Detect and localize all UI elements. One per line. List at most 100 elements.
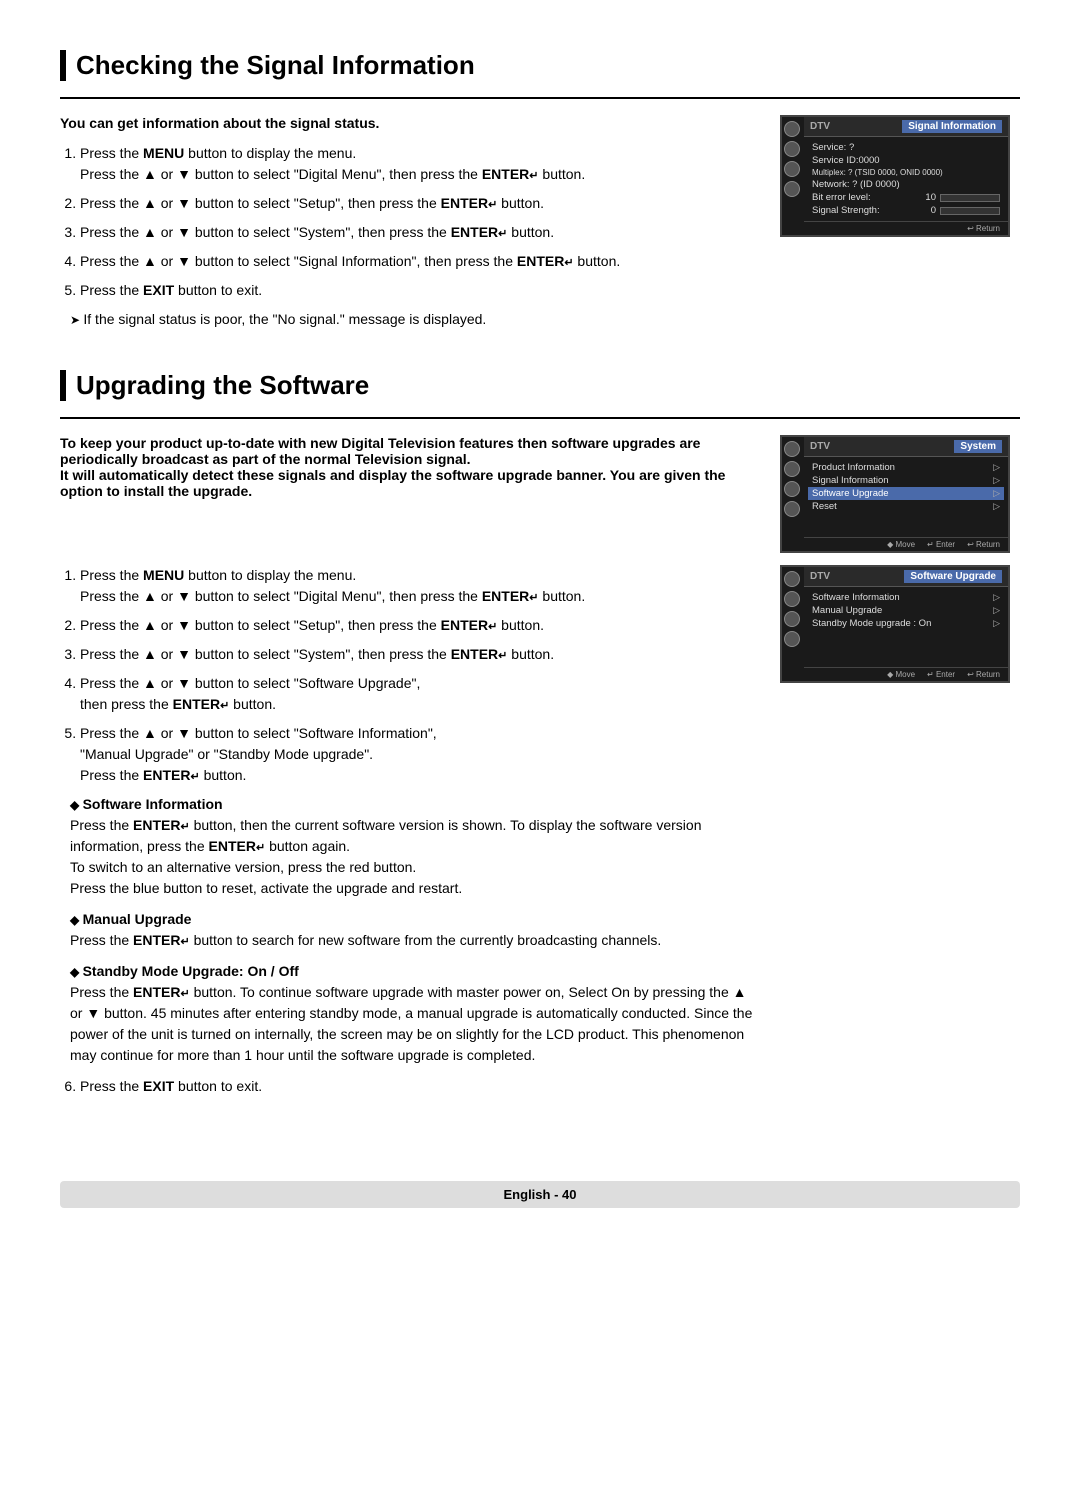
upgrade-bullet-software-info: Software Information Press the ENTER↵ bu… (70, 794, 760, 899)
upgrade-bullets-list: Software Information Press the ENTER↵ bu… (70, 794, 760, 1066)
software-tv-with-icons: DTV Software Upgrade Software Informatio… (782, 567, 1008, 681)
signal-screenshot: DTV Signal Information Service: ? Servic… (780, 115, 1020, 249)
upgrade-bullet-title-2: Manual Upgrade (70, 911, 191, 927)
upgrade-intro: To keep your product up-to-date with new… (60, 435, 760, 499)
signal-note: If the signal status is poor, the "No si… (70, 309, 760, 330)
signal-strength-bar-bg (940, 207, 1000, 215)
signal-row-6: Signal Strength: 0 (812, 204, 1000, 217)
system-row-product: Product Information▷ (812, 461, 1000, 474)
software-icon-2 (784, 591, 800, 607)
signal-bit-bar-bg (940, 194, 1000, 202)
system-row-signal: Signal Information▷ (812, 474, 1000, 487)
upgrade-intro-block: To keep your product up-to-date with new… (60, 435, 760, 511)
signal-row-4: Network: ? (ID 0000) (812, 178, 1000, 191)
upgrade-step-6: Press the EXIT button to exit. (80, 1076, 760, 1097)
signal-dtv-label: DTV (810, 121, 830, 132)
system-enter-label: ↵ Enter (927, 540, 955, 549)
system-tv-body: Product Information▷ Signal Information▷… (804, 457, 1008, 537)
signal-icon-2 (784, 141, 800, 157)
system-tv-inner: DTV System Product Information▷ Signal I… (804, 437, 1008, 551)
signal-step-1: Press the MENU button to display the men… (80, 143, 760, 185)
system-tv-screen: DTV System Product Information▷ Signal I… (780, 435, 1010, 553)
section-divider (60, 97, 1020, 99)
system-move-label: ◆ Move (887, 540, 915, 549)
signal-screen-title: Signal Information (902, 120, 1002, 133)
signal-row-3: Multiplex: ? (TSID 0000, ONID 0000) (812, 167, 1000, 178)
software-row-manual: Manual Upgrade▷ (812, 604, 1000, 617)
signal-title: Checking the Signal Information (60, 50, 1020, 81)
upgrade-step-3: Press the ▲ or ▼ button to select "Syste… (80, 644, 760, 665)
upgrade-step-5: Press the ▲ or ▼ button to select "Softw… (80, 723, 760, 786)
signal-step-3: Press the ▲ or ▼ button to select "Syste… (80, 222, 760, 243)
upgrade-section: Upgrading the Software To keep your prod… (60, 370, 1020, 1105)
signal-row-5: Bit error level: 10 (812, 191, 1000, 204)
software-tv-inner: DTV Software Upgrade Software Informatio… (804, 567, 1008, 681)
signal-tv-body: Service: ? Service ID:0000 Multiplex: ? … (804, 137, 1008, 221)
software-dtv-label: DTV (810, 571, 830, 582)
system-tv-header: DTV System (804, 437, 1008, 457)
system-row-reset: Reset▷ (812, 500, 1000, 513)
system-tv-with-icons: DTV System Product Information▷ Signal I… (782, 437, 1008, 551)
upgrade-bullet-standby: Standby Mode Upgrade: On / Off Press the… (70, 961, 760, 1066)
signal-return-label: ↩ Return (967, 224, 1000, 233)
signal-row-2: Service ID:0000 (812, 154, 1000, 167)
upgrade-steps-list: Press the MENU button to display the men… (80, 565, 760, 786)
upgrade-system-screenshot: DTV System Product Information▷ Signal I… (780, 435, 1020, 565)
software-enter-label: ↵ Enter (927, 670, 955, 679)
signal-icon-4 (784, 181, 800, 197)
software-tv-screen: DTV Software Upgrade Software Informatio… (780, 565, 1010, 683)
system-row-software-highlight: Software Upgrade▷ (808, 487, 1004, 500)
signal-tv-icons (782, 117, 802, 235)
upgrade-bullet-title-3: Standby Mode Upgrade: On / Off (70, 963, 299, 979)
signal-tv-footer: ↩ Return (804, 221, 1008, 235)
upgrade-bullet-title-1: Software Information (70, 796, 223, 812)
software-icon-4 (784, 631, 800, 647)
signal-content: You can get information about the signal… (60, 115, 1020, 334)
software-return-label: ↩ Return (967, 670, 1000, 679)
signal-intro: You can get information about the signal… (60, 115, 760, 131)
software-tv-icons (782, 567, 802, 681)
upgrade-divider (60, 417, 1020, 419)
signal-step-5: Press the EXIT button to exit. (80, 280, 760, 301)
upgrade-content-top: To keep your product up-to-date with new… (60, 435, 1020, 565)
software-tv-body: Software Information▷ Manual Upgrade▷ St… (804, 587, 1008, 667)
upgrade-software-screenshot: DTV Software Upgrade Software Informatio… (780, 565, 1020, 695)
software-row-standby: Standby Mode upgrade : On▷ (812, 617, 1000, 630)
system-dtv-label: DTV (810, 441, 830, 452)
upgrade-step6-list: Press the EXIT button to exit. (80, 1076, 760, 1097)
system-screen-title: System (954, 440, 1002, 453)
software-screen-title: Software Upgrade (904, 570, 1002, 583)
upgrade-steps-block: Press the MENU button to display the men… (60, 565, 1020, 1105)
signal-tv-header: DTV Signal Information (804, 117, 1008, 137)
page-footer-container: English - 40 (60, 1141, 1020, 1208)
signal-tv-screen: DTV Signal Information Service: ? Servic… (780, 115, 1010, 237)
signal-note-list: If the signal status is poor, the "No si… (70, 309, 760, 330)
signal-steps-list: Press the MENU button to display the men… (80, 143, 760, 301)
system-tv-icons (782, 437, 802, 551)
signal-strength-bar: 0 (931, 205, 1000, 216)
system-return-label: ↩ Return (967, 540, 1000, 549)
signal-instructions: You can get information about the signal… (60, 115, 760, 334)
signal-row-1: Service: ? (812, 141, 1000, 154)
software-move-label: ◆ Move (887, 670, 915, 679)
system-icon-4 (784, 501, 800, 517)
system-tv-footer: ◆ Move ↵ Enter ↩ Return (804, 537, 1008, 551)
signal-tv-inner: DTV Signal Information Service: ? Servic… (804, 117, 1008, 235)
signal-step-4: Press the ▲ or ▼ button to select "Signa… (80, 251, 760, 272)
signal-icon-3 (784, 161, 800, 177)
system-icon-3 (784, 481, 800, 497)
upgrade-steps-instructions: Press the MENU button to display the men… (60, 565, 760, 1105)
software-row-info: Software Information▷ (812, 591, 1000, 604)
system-icon-2 (784, 461, 800, 477)
system-icon-1 (784, 441, 800, 457)
software-tv-header: DTV Software Upgrade (804, 567, 1008, 587)
software-icon-1 (784, 571, 800, 587)
signal-section: Checking the Signal Information You can … (60, 50, 1020, 334)
page-footer: English - 40 (60, 1181, 1020, 1208)
upgrade-bullet-manual: Manual Upgrade Press the ENTER↵ button t… (70, 909, 760, 951)
signal-tv-with-icons: DTV Signal Information Service: ? Servic… (782, 117, 1008, 235)
signal-step-2: Press the ▲ or ▼ button to select "Setup… (80, 193, 760, 214)
upgrade-step-4: Press the ▲ or ▼ button to select "Softw… (80, 673, 760, 715)
upgrade-title: Upgrading the Software (60, 370, 1020, 401)
software-icon-3 (784, 611, 800, 627)
